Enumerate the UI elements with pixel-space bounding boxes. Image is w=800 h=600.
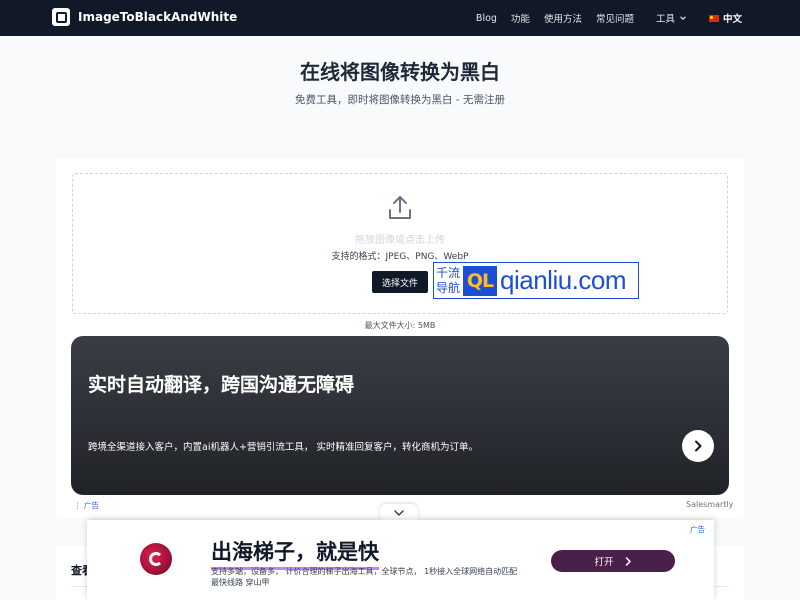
chevron-down-icon bbox=[680, 16, 686, 20]
choose-file-button[interactable]: 选择文件 bbox=[372, 271, 428, 293]
watermark-cn-line1: 千流 bbox=[436, 265, 461, 280]
ad-banner-title: 实时自动翻译，跨国沟通无障碍 bbox=[88, 374, 355, 396]
nav-link-blog[interactable]: Blog bbox=[476, 13, 497, 24]
supported-formats: 支持的格式：JPEG、PNG、WebP bbox=[331, 252, 469, 262]
drop-hint: 拖放图像或点击上传 bbox=[355, 235, 445, 246]
language-label: 中文 bbox=[722, 14, 742, 25]
bottom-ad-open-button[interactable]: 打开 bbox=[551, 550, 675, 572]
page-subtitle: 免费工具，即时将图像转换为黑白 - 无需注册 bbox=[295, 94, 505, 106]
page-title: 在线将图像转换为黑白 bbox=[300, 60, 500, 84]
nav-link-faq[interactable]: 常见问题 bbox=[596, 11, 634, 25]
app-logo-icon bbox=[52, 8, 70, 26]
language-switcher[interactable]: 中文 bbox=[708, 11, 742, 25]
bottom-ad-description-line2: 最快线路 穿山甲 bbox=[211, 578, 270, 587]
open-button-label: 打开 bbox=[594, 557, 614, 568]
ad-banner-description: 跨境全渠道接入客户，内置ai机器人+营销引流工具， 实时精准回复客户，转化商机为… bbox=[88, 442, 478, 453]
china-flag-icon bbox=[708, 14, 719, 22]
chevron-right-icon bbox=[625, 556, 631, 566]
max-file-size: 最大文件大小: 5MB bbox=[364, 321, 436, 330]
ad-label[interactable]: ⋮ 广告 bbox=[74, 500, 99, 511]
nav-links: Blog 功能 使用方法 常见问题 工具 中文 bbox=[476, 0, 742, 36]
nav-link-how-to-use[interactable]: 使用方法 bbox=[544, 11, 582, 25]
nav-link-features[interactable]: 功能 bbox=[511, 11, 530, 25]
watermark-ql-logo: QL bbox=[463, 265, 498, 296]
ad-label-text: 广告 bbox=[83, 501, 99, 510]
watermark-cn-text: 千流 导航 bbox=[434, 266, 460, 296]
ad-advertiser[interactable]: Salesmartly bbox=[686, 500, 733, 509]
watermark-url: qianliu.com bbox=[500, 265, 627, 295]
brand-link[interactable]: ImageToBlackAndWhite bbox=[52, 8, 237, 26]
qianliu-watermark: 千流 导航 QL qianliu.com bbox=[433, 262, 639, 299]
ad-banner-next-button[interactable] bbox=[682, 430, 714, 462]
top-nav: ImageToBlackAndWhite Blog 功能 使用方法 常见问题 工… bbox=[0, 0, 800, 36]
ad-collapse-button[interactable] bbox=[380, 504, 418, 521]
bottom-ad-description-line1: 支持多端，设备多， 计价合理的梯子出海工具，全球节点， 1秒接入全球网络自动匹配 bbox=[211, 567, 518, 576]
brand-name: ImageToBlackAndWhite bbox=[78, 10, 238, 24]
chevron-down-icon bbox=[394, 509, 404, 516]
tools-dropdown[interactable]: 工具 bbox=[656, 11, 687, 25]
tools-label: 工具 bbox=[655, 14, 675, 25]
ad-banner[interactable] bbox=[71, 336, 729, 495]
ad-brand-logo-icon bbox=[140, 543, 172, 575]
arrow-right-icon bbox=[695, 440, 702, 452]
bottom-ad-title: 出海梯子，就是快 bbox=[211, 536, 379, 570]
upload-icon bbox=[389, 196, 411, 219]
bottom-ad-label[interactable]: 广告 bbox=[690, 524, 705, 535]
watermark-cn-line2: 导航 bbox=[436, 280, 461, 295]
